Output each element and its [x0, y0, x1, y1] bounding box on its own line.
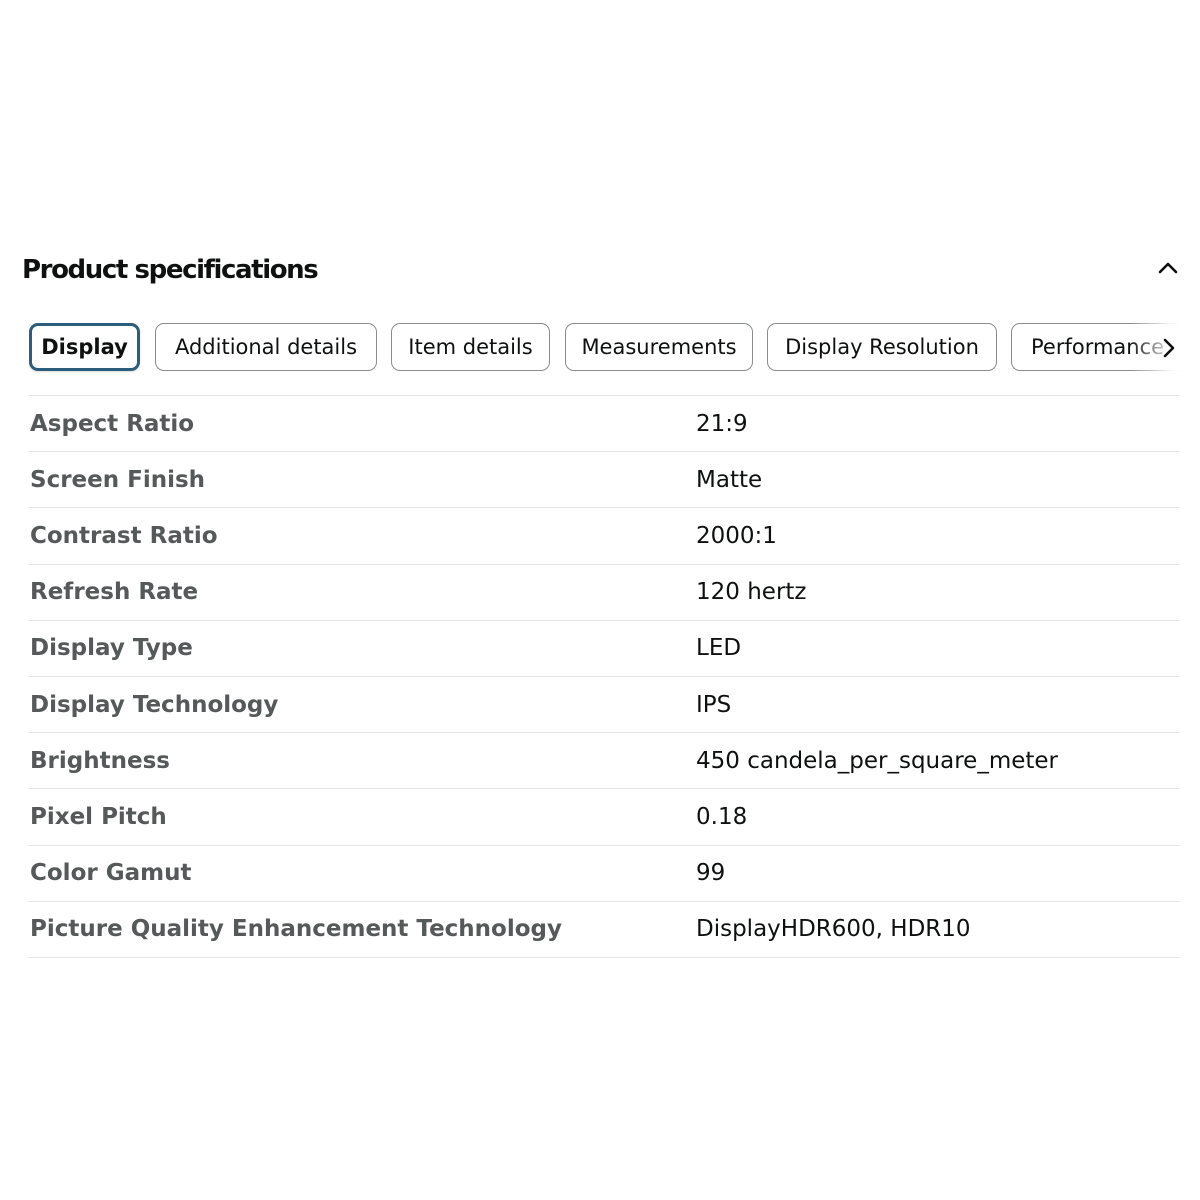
table-row: Refresh Rate 120 hertz — [29, 565, 1179, 621]
chevron-right-icon — [1163, 338, 1175, 358]
spec-key: Contrast Ratio — [30, 522, 218, 549]
spec-key: Display Technology — [30, 691, 279, 718]
table-row: Aspect Ratio 21:9 — [29, 396, 1179, 453]
spec-value: IPS — [696, 691, 732, 718]
table-row: Display Technology IPS — [29, 677, 1179, 734]
tab-measurements[interactable]: Measurements — [565, 323, 753, 371]
spec-value: LED — [696, 635, 742, 662]
section-title: Product specifications — [22, 255, 319, 285]
spec-value: 99 — [696, 860, 726, 887]
table-row: Color Gamut 99 — [29, 846, 1179, 902]
spec-value: 120 hertz — [696, 579, 807, 606]
table-row: Pixel Pitch 0.18 — [29, 789, 1179, 846]
table-row: Display Type LED — [29, 621, 1179, 677]
spec-value: 2000:1 — [696, 522, 777, 549]
product-specifications-section: Product specifications Display Additiona… — [0, 0, 1200, 1200]
tab-item-details[interactable]: Item details — [391, 323, 550, 371]
spec-key: Refresh Rate — [30, 579, 199, 606]
spec-key: Screen Finish — [30, 466, 206, 493]
tabs-scroll-right-button[interactable] — [1156, 330, 1179, 366]
spec-table: Aspect Ratio 21:9 Screen Finish Matte Co… — [29, 395, 1179, 958]
tab-display[interactable]: Display — [29, 323, 140, 371]
table-row: Brightness 450 candela_per_square_meter — [29, 733, 1179, 790]
tab-performance[interactable]: Performance — [1011, 323, 1179, 371]
spec-value: Matte — [696, 466, 763, 493]
tab-display-resolution[interactable]: Display Resolution — [767, 323, 997, 371]
table-row: Picture Quality Enhancement Technology D… — [29, 902, 1179, 958]
spec-value: 21:9 — [696, 410, 748, 437]
spec-key: Brightness — [30, 747, 170, 774]
spec-value: DisplayHDR600, HDR10 — [696, 916, 971, 943]
spec-key: Pixel Pitch — [30, 803, 167, 830]
table-row: Screen Finish Matte — [29, 452, 1179, 509]
spec-value: 450 candela_per_square_meter — [696, 747, 1059, 774]
spec-value: 0.18 — [696, 803, 748, 830]
spec-key: Picture Quality Enhancement Technology — [30, 916, 562, 943]
spec-tabs: Display Additional details Item details … — [29, 323, 1179, 373]
spec-key: Color Gamut — [30, 860, 192, 887]
spec-key: Aspect Ratio — [30, 410, 195, 437]
collapse-toggle-button[interactable] — [1152, 252, 1184, 284]
table-row: Contrast Ratio 2000:1 — [29, 508, 1179, 565]
spec-key: Display Type — [30, 635, 193, 662]
chevron-up-icon — [1158, 262, 1178, 274]
tab-additional-details[interactable]: Additional details — [155, 323, 377, 371]
